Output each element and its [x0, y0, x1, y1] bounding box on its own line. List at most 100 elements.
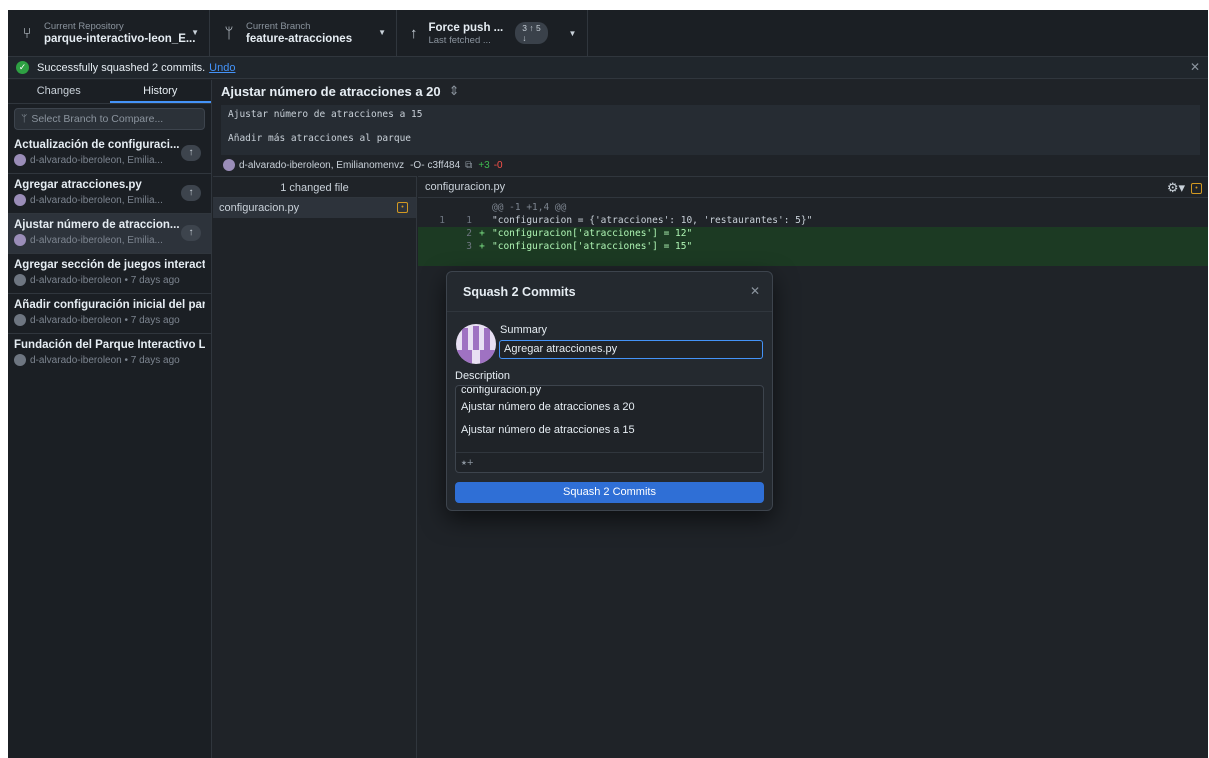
commit-description: Ajustar número de atracciones a 15 Añadi… [221, 105, 1200, 155]
repo-name: parque-interactivo-leon_E... [44, 32, 196, 45]
force-push-button[interactable]: ↑ Force push ... Last fetched ... 3 ↑ 5 … [397, 10, 558, 56]
modified-file-icon: • [397, 202, 408, 213]
new-line-number: 1 [466, 215, 472, 226]
commit-meta: d-alvarado-iberoleon, Emilia... [30, 194, 163, 206]
toolbar: ⑂ Current Repository parque-interactivo-… [8, 10, 1208, 57]
commit-title: Actualización de configuraci... [14, 139, 180, 151]
squash-commits-button[interactable]: Squash 2 Commits [455, 482, 764, 503]
summary-input[interactable]: Agregar atracciones.py [499, 340, 763, 359]
push-options-dropdown[interactable]: ▼ [558, 10, 588, 56]
commit-list-item[interactable]: Fundación del Parque Interactivo Le... d… [8, 334, 211, 374]
commit-meta: d-alvarado-iberoleon • 7 days ago [30, 314, 180, 326]
description-line: configuracion.py [461, 386, 542, 396]
compare-branch-input[interactable]: ᛘ Select Branch to Compare... [14, 108, 205, 130]
hunk-text: @@ -1 +1,4 @@ [492, 202, 567, 213]
repository-selector[interactable]: ⑂ Current Repository parque-interactivo-… [8, 10, 210, 56]
unpushed-arrow-icon: ↑ [181, 145, 201, 161]
avatar [456, 324, 496, 364]
add-coauthor-icon: ⭑+ [461, 457, 474, 469]
branch-caption: Current Branch [246, 20, 311, 32]
commit-list-item[interactable]: Actualización de configuraci... d-alvara… [8, 134, 211, 174]
unpushed-arrow-icon: ↑ [181, 225, 201, 241]
avatar [14, 234, 26, 246]
avatar [14, 274, 26, 286]
commit-icon: -O- [410, 159, 425, 171]
commit-description-line: Ajustar número de atracciones a 15 [228, 109, 423, 120]
description-line: Ajustar número de atracciones a 15 [461, 424, 635, 436]
commit-meta-line: d-alvarado-iberoleon, Emilianomenvz -O- … [213, 155, 1208, 175]
branch-icon: ᛘ [224, 24, 234, 42]
repo-caption: Current Repository [44, 20, 124, 32]
commit-list-item[interactable]: Agregar atracciones.py d-alvarado-iberol… [8, 174, 211, 214]
diff-text: "configuracion = {'atracciones': 10, 're… [492, 215, 813, 226]
modified-file-icon: • [1191, 182, 1202, 194]
new-line-number: 3 [466, 241, 472, 252]
success-banner: ✓ Successfully squashed 2 commits. Undo … [8, 57, 1208, 79]
compare-placeholder: Select Branch to Compare... [31, 113, 164, 125]
chevron-down-icon: ▼ [568, 28, 577, 38]
chevron-down-icon: ▼ [191, 28, 199, 37]
branch-icon: ᛘ [21, 113, 28, 125]
commit-title: Ajustar número de atraccion... [14, 219, 180, 231]
commit-list-item[interactable]: Agregar sección de juegos interacti... d… [8, 254, 211, 294]
avatar [14, 154, 26, 166]
avatar [14, 314, 26, 326]
summary-label: Summary [500, 324, 548, 336]
gear-icon[interactable]: ⚙▾ [1167, 180, 1185, 196]
diff-line-added-empty [418, 253, 1208, 266]
diff-text: "configuracion['atracciones'] = 12" [492, 228, 693, 239]
commit-meta: d-alvarado-iberoleon • 7 days ago [30, 354, 180, 366]
tab-changes[interactable]: Changes [8, 80, 110, 103]
app-window: ⑂ Current Repository parque-interactivo-… [8, 10, 1208, 758]
avatar [223, 159, 235, 171]
add-coauthor-button[interactable]: ⭑+ [456, 452, 763, 472]
diff-hunk-header: @@ -1 +1,4 @@ [418, 201, 1208, 214]
diff-sign: + [479, 241, 485, 252]
branch-selector[interactable]: ᛘ Current Branch feature-atracciones ▼ [210, 10, 397, 56]
description-textarea[interactable]: configuracion.py Ajustar número de atrac… [455, 385, 764, 473]
dialog-header: Squash 2 Commits ✕ [447, 272, 772, 312]
avatar [14, 354, 26, 366]
changed-files-pane: 1 changed file configuracion.py • [213, 176, 417, 758]
squash-commits-dialog: Squash 2 Commits ✕ Summary Agregar atrac… [446, 271, 773, 511]
deletions-count: -0 [493, 159, 503, 171]
file-name: configuracion.py [219, 202, 300, 214]
arrow-up-icon: ↑ [409, 24, 418, 42]
commit-title: Agregar sección de juegos interacti... [14, 259, 205, 271]
description-line: Ajustar número de atracciones a 20 [461, 401, 635, 413]
expand-icon[interactable]: ⇕ [449, 83, 460, 99]
branch-name: feature-atracciones [246, 32, 353, 45]
diff-line-added: 3 + "configuracion['atracciones'] = 15" [418, 240, 1208, 253]
ahead-behind-badge: 3 ↑ 5 ↓ [515, 22, 548, 44]
commit-list-item-selected[interactable]: Ajustar número de atraccion... d-alvarad… [8, 214, 211, 254]
changed-file-item[interactable]: configuracion.py • [213, 198, 416, 218]
copy-icon[interactable]: ⧉ [465, 160, 472, 171]
commit-authors: d-alvarado-iberoleon, Emilianomenvz [239, 159, 405, 171]
close-icon[interactable]: ✕ [1190, 60, 1200, 74]
check-circle-icon: ✓ [16, 61, 29, 74]
push-title: Force push ... [428, 21, 504, 34]
commit-meta: d-alvarado-iberoleon, Emilia... [30, 234, 163, 246]
new-line-number: 2 [466, 228, 472, 239]
push-subtitle: Last fetched ... [428, 34, 491, 46]
commit-sha[interactable]: c3ff484 [428, 160, 461, 171]
commit-description-line: Añadir más atracciones al parque [228, 133, 412, 144]
tab-history[interactable]: History [109, 80, 211, 103]
close-icon[interactable]: ✕ [750, 284, 760, 298]
old-line-number: 1 [439, 215, 445, 226]
commit-meta: d-alvarado-iberoleon • 7 days ago [30, 274, 180, 286]
diff-header: configuracion.py ⚙▾ • [418, 176, 1208, 198]
diff-sign: + [479, 228, 485, 239]
banner-message: Successfully squashed 2 commits. [37, 61, 206, 74]
sidebar: Changes History ᛘ Select Branch to Compa… [8, 80, 212, 758]
avatar [14, 194, 26, 206]
diff-line: 1 1 "configuracion = {'atracciones': 10,… [418, 214, 1208, 227]
chevron-down-icon: ▼ [378, 28, 386, 37]
commit-description-line [228, 121, 1193, 133]
diff-sign [472, 215, 492, 226]
commit-title: Agregar atracciones.py [14, 179, 142, 191]
undo-link[interactable]: Undo [209, 62, 235, 74]
repo-icon: ⑂ [22, 24, 32, 42]
commit-list-item[interactable]: Añadir configuración inicial del parq...… [8, 294, 211, 334]
sidebar-tabs: Changes History [8, 80, 211, 104]
